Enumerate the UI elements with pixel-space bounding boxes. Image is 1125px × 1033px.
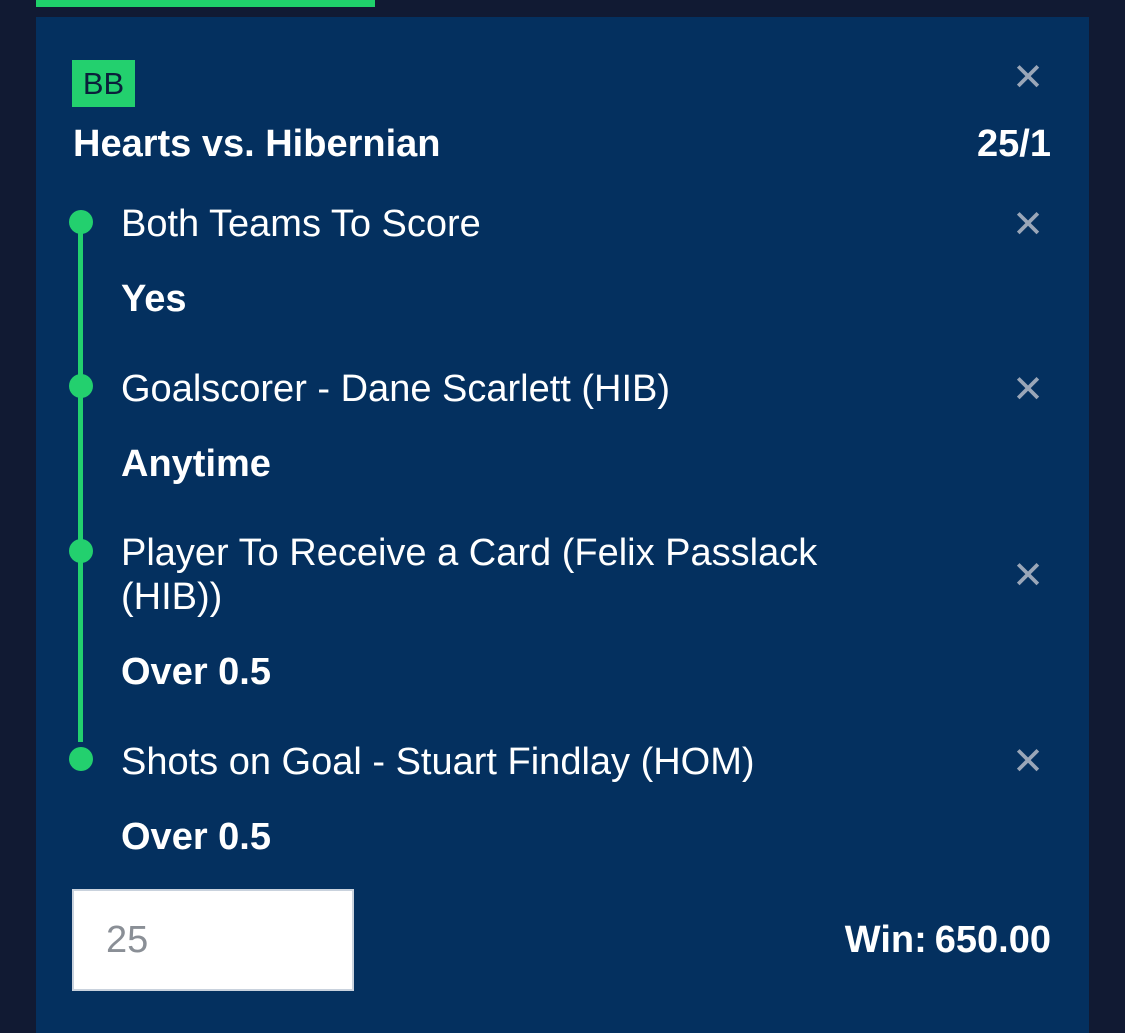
stake-input[interactable] xyxy=(72,889,354,991)
leg-selection: Over 0.5 xyxy=(121,651,271,693)
leg-dot xyxy=(69,539,93,563)
top-progress-bar xyxy=(36,0,375,7)
leg-dot xyxy=(69,210,93,234)
leg-dot xyxy=(69,374,93,398)
leg-selection: Over 0.5 xyxy=(121,816,271,858)
leg-market: Both Teams To Score xyxy=(121,203,481,245)
leg-selection: Yes xyxy=(121,278,187,320)
match-title: Hearts vs. Hibernian xyxy=(73,123,441,165)
leg-market: Goalscorer - Dane Scarlett (HIB) xyxy=(121,368,671,410)
remove-leg-close-icon[interactable]: ✕ xyxy=(1008,369,1048,409)
leg-market: Player To Receive a Card (Felix Passlack… xyxy=(121,532,818,618)
win-label: Win: xyxy=(844,919,927,961)
bet-builder-badge: BB xyxy=(72,60,135,107)
remove-leg-close-icon[interactable]: ✕ xyxy=(1008,555,1048,595)
bet-builder-card: BB ✕ Hearts vs. Hibernian 25/1 Both Team… xyxy=(36,17,1089,1033)
leg-selection: Anytime xyxy=(121,443,271,485)
close-icon[interactable]: ✕ xyxy=(1008,57,1048,97)
win-amount: 650.00 xyxy=(934,919,1051,961)
potential-win: Win: 650.00 xyxy=(845,919,1051,962)
leg-market: Shots on Goal - Stuart Findlay (HOM) xyxy=(121,741,755,783)
combined-odds: 25/1 xyxy=(977,123,1051,165)
remove-leg-close-icon[interactable]: ✕ xyxy=(1008,204,1048,244)
remove-leg-close-icon[interactable]: ✕ xyxy=(1008,741,1048,781)
timeline-connector xyxy=(78,222,83,742)
leg-dot xyxy=(69,747,93,771)
